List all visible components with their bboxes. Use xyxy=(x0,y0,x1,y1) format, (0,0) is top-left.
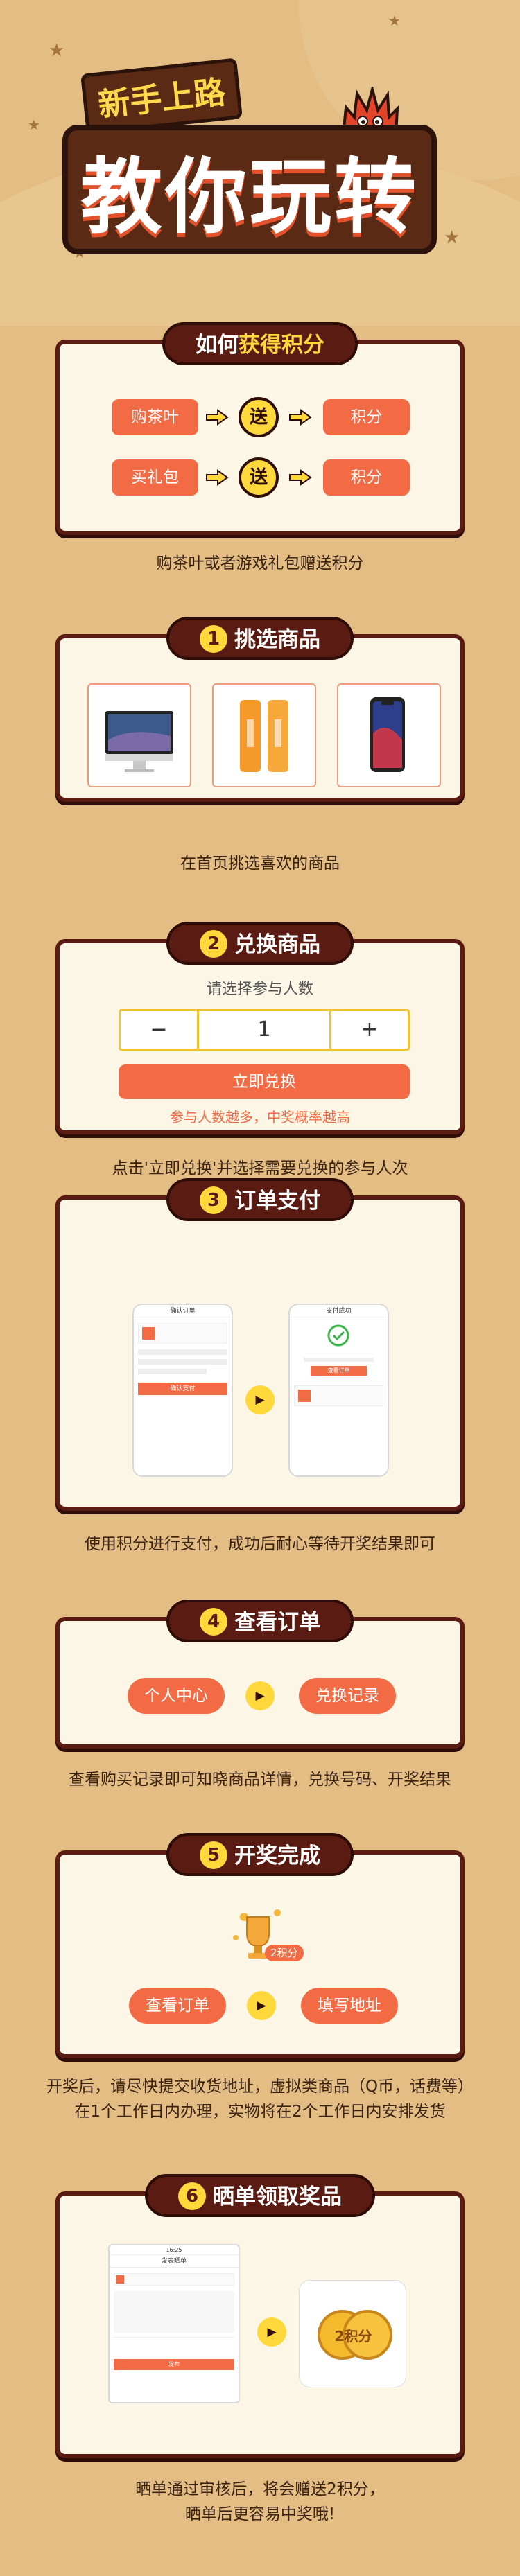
placeholder-line xyxy=(138,1359,227,1365)
arrow-right-icon xyxy=(206,469,229,486)
step-number: 6 xyxy=(178,2182,206,2210)
quantity-stepper: − 1 + xyxy=(119,1009,410,1051)
buy-tea-label: 购茶叶 xyxy=(112,399,198,435)
power-bank-icon xyxy=(240,700,288,772)
star-icon: ★ xyxy=(28,116,40,133)
placeholder-line xyxy=(138,1349,227,1355)
step3-caption: 使用积分进行支付，成功后耐心等待开奖结果即可 xyxy=(85,1535,435,1553)
title-text: 晒单领取奖品 xyxy=(213,2184,342,2209)
title-prefix: 如何 xyxy=(196,333,239,358)
placeholder-line xyxy=(304,1358,374,1362)
arrow-right-icon xyxy=(289,469,312,486)
points-badge: 2积分 xyxy=(265,1945,304,1961)
quantity-value[interactable]: 1 xyxy=(197,1011,331,1049)
text-area xyxy=(114,2291,234,2333)
card-title: 2 兑换商品 xyxy=(166,922,354,965)
buy-gift-label: 买礼包 xyxy=(112,459,198,496)
check-icon xyxy=(327,1324,349,1347)
share-order-screenshot: 16:25 发表晒单 发布 xyxy=(108,2244,240,2403)
star-icon: ★ xyxy=(49,40,65,61)
send-badge: 送 xyxy=(239,457,279,498)
step-number: 5 xyxy=(200,1841,227,1869)
step0-caption: 购茶叶或者游戏礼包赠送积分 xyxy=(156,554,364,572)
step6-caption-line2: 晒单后更容易中奖哦! xyxy=(184,2505,336,2523)
publish-button: 发布 xyxy=(114,2359,234,2370)
payment-card: 3 订单支付 确认订单 确认支付 ▶ 支付成功 查看订单 xyxy=(55,1178,465,1511)
product-imac[interactable] xyxy=(87,683,191,787)
choose-product-card: 1 挑选商品 xyxy=(55,617,465,802)
arrow-right-icon xyxy=(206,409,229,426)
title-text: 挑选商品 xyxy=(234,627,320,652)
points-label: 积分 xyxy=(323,459,410,496)
card-title: 1 挑选商品 xyxy=(166,617,354,660)
hero-subtitle: 新手上路 xyxy=(80,58,243,135)
screen-title: 确认订单 xyxy=(134,1305,232,1317)
view-order-button[interactable]: 查看订单 xyxy=(129,1988,226,2024)
hero-banner: ★ ★ ★ ★ ★ 新手上路 教你玩转 xyxy=(0,0,520,326)
view-order-card: 4 查看订单 个人中心 ▶ 兑换记录 xyxy=(55,1600,465,1749)
order-item xyxy=(138,1323,227,1344)
step-number: 4 xyxy=(200,1608,227,1636)
points-reward-image: 2积分 xyxy=(299,2280,406,2387)
get-points-card: 如何获得积分 购茶叶 送 积分 买礼包 送 积分 xyxy=(55,322,465,535)
redeem-record-button[interactable]: 兑换记录 xyxy=(299,1678,396,1714)
draw-complete-card: 5 开奖完成 2积分 查看订单 ▶ 填写地址 xyxy=(55,1833,465,2058)
imac-icon xyxy=(105,711,173,772)
fill-address-button[interactable]: 填写地址 xyxy=(301,1988,398,2024)
title-text: 订单支付 xyxy=(234,1189,320,1213)
step5-caption-line1: 开奖后，请尽快提交收货地址，虚拟类商品（Q币，话费等） xyxy=(46,2078,474,2096)
step1-caption: 在首页挑选喜欢的商品 xyxy=(180,855,340,873)
order-confirm-screenshot: 确认订单 确认支付 xyxy=(132,1304,233,1477)
title-text: 兑换商品 xyxy=(234,932,320,957)
share-order-card: 6 晒单领取奖品 16:25 发表晒单 发布 ▶ 2积分 xyxy=(55,2174,465,2458)
step4-caption: 查看购买记录即可知晓商品详情，兑换号码、开奖结果 xyxy=(69,1771,451,1789)
product-smartphone[interactable] xyxy=(337,683,441,787)
step-number: 2 xyxy=(200,930,227,958)
redeem-now-button[interactable]: 立即兑换 xyxy=(119,1064,410,1099)
arrow-right-icon xyxy=(289,409,312,426)
hero-title: 新手上路 教你玩转 xyxy=(62,58,465,254)
card-title: 4 查看订单 xyxy=(166,1600,354,1642)
card-title: 3 订单支付 xyxy=(166,1178,354,1221)
title-highlight: 获得积分 xyxy=(239,333,324,358)
placeholder-line xyxy=(138,1369,207,1374)
points-label: 积分 xyxy=(323,399,410,435)
step-number: 3 xyxy=(200,1186,227,1214)
next-arrow-icon: ▶ xyxy=(245,1681,275,1710)
smartphone-icon xyxy=(370,697,405,772)
redeem-card: 2 兑换商品 请选择参与人数 − 1 + 立即兑换 参与人数越多，中奖概率越高 xyxy=(55,922,465,1134)
title-text: 查看订单 xyxy=(234,1610,320,1635)
screen-title: 支付成功 xyxy=(290,1305,388,1317)
next-arrow-icon: ▶ xyxy=(257,2317,286,2347)
product-row xyxy=(114,2273,234,2286)
payment-success-screenshot: 支付成功 查看订单 xyxy=(288,1304,389,1477)
confirm-pay-button: 确认支付 xyxy=(138,1383,227,1395)
product-power-bank[interactable] xyxy=(212,683,316,787)
send-badge: 送 xyxy=(239,397,279,437)
hero-main-title: 教你玩转 xyxy=(62,125,437,254)
title-text: 开奖完成 xyxy=(234,1843,320,1868)
participants-prompt: 请选择参与人数 xyxy=(206,981,313,998)
minus-button[interactable]: − xyxy=(121,1011,197,1049)
card-title: 如何获得积分 xyxy=(162,322,358,365)
next-arrow-icon: ▶ xyxy=(245,1385,275,1414)
step-number: 1 xyxy=(200,625,227,653)
step2-caption: 点击'立即兑换'并选择需要兑换的参与人次 xyxy=(112,1159,408,1177)
screen-title: 发表晒单 xyxy=(110,2255,239,2268)
upload-row xyxy=(114,2337,234,2355)
step6-caption-line1: 晒单通过审核后，将会赠送2积分， xyxy=(135,2480,385,2498)
order-item xyxy=(294,1385,383,1406)
plus-button[interactable]: + xyxy=(331,1011,408,1049)
step5-caption-line2: 在1个工作日内办理，实物将在2个工作日内安排发货 xyxy=(74,2103,446,2121)
coin-text: 2积分 xyxy=(334,2328,372,2345)
card-title: 5 开奖完成 xyxy=(166,1833,354,1876)
next-arrow-icon: ▶ xyxy=(247,1991,276,2020)
card-title: 6 晒单领取奖品 xyxy=(145,2174,375,2217)
probability-hint: 参与人数越多，中奖概率越高 xyxy=(170,1109,350,1125)
personal-center-button[interactable]: 个人中心 xyxy=(128,1678,225,1714)
view-order-button: 查看订单 xyxy=(311,1366,367,1376)
star-icon: ★ xyxy=(388,12,401,29)
status-time: 16:25 xyxy=(110,2245,239,2255)
